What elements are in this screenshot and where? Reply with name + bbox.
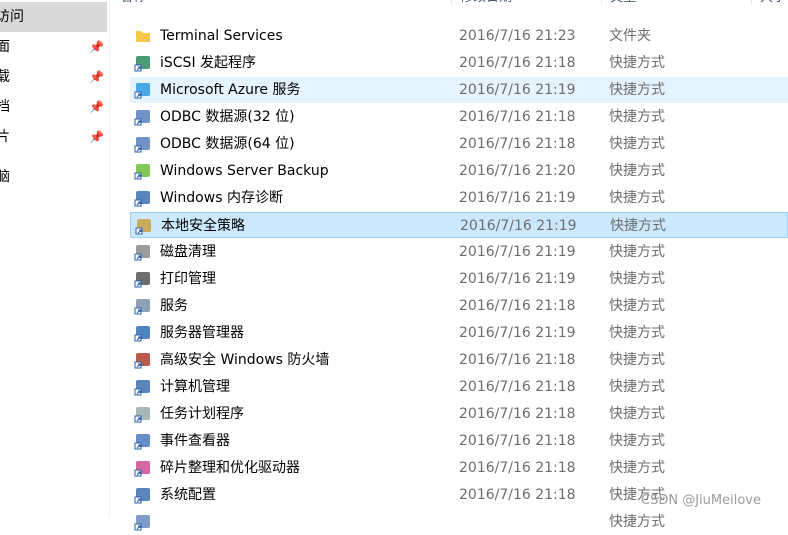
- column-divider[interactable]: [451, 0, 452, 4]
- file-date: 2016/7/16 21:18: [459, 406, 576, 422]
- file-date: 2016/7/16 21:19: [459, 82, 576, 98]
- file-name: iSCSI 发起程序: [160, 55, 257, 71]
- column-name[interactable]: 名称: [120, 0, 146, 10]
- file-name: 服务器管理器: [160, 325, 244, 341]
- file-date: 2016/7/16 21:18: [459, 109, 576, 125]
- file-type: 快捷方式: [609, 190, 665, 206]
- file-type: 快捷方式: [609, 352, 665, 368]
- column-divider[interactable]: [601, 0, 602, 4]
- pin-icon[interactable]: 📌: [89, 122, 104, 152]
- sidebar-item[interactable]: 访问: [0, 2, 107, 32]
- sidebar-item-label: 档: [0, 99, 10, 115]
- file-type: 快捷方式: [609, 271, 665, 287]
- file-row[interactable]: 打印管理 2016/7/16 21:19 快捷方式: [130, 266, 788, 292]
- file-row[interactable]: Microsoft Azure 服务 2016/7/16 21:19 快捷方式: [130, 77, 788, 103]
- column-type[interactable]: 类型: [610, 0, 636, 10]
- file-row[interactable]: iSCSI 发起程序 2016/7/16 21:18 快捷方式: [130, 50, 788, 76]
- file-type: 快捷方式: [610, 218, 666, 234]
- file-row[interactable]: 碎片整理和优化驱动器 2016/7/16 21:18 快捷方式: [130, 455, 788, 481]
- file-name: 服务: [160, 298, 188, 314]
- file-row[interactable]: Windows 内存诊断 2016/7/16 21:19 快捷方式: [130, 185, 788, 211]
- file-row[interactable]: 任务计划程序 2016/7/16 21:18 快捷方式: [130, 401, 788, 427]
- file-date: 2016/7/16 21:18: [459, 487, 576, 503]
- file-date: 2016/7/16 21:19: [459, 244, 576, 260]
- file-type: 快捷方式: [609, 325, 665, 341]
- file-name: Terminal Services: [160, 28, 283, 44]
- file-name: Windows 内存诊断: [160, 190, 283, 206]
- file-row[interactable]: 磁盘清理 2016/7/16 21:19 快捷方式: [130, 239, 788, 265]
- file-name: 碎片整理和优化驱动器: [160, 460, 300, 476]
- file-row[interactable]: ODBC 数据源(32 位) 2016/7/16 21:18 快捷方式: [130, 104, 788, 130]
- pin-icon[interactable]: 📌: [89, 92, 104, 122]
- file-type: 快捷方式: [609, 433, 665, 449]
- sidebar-item-label: 片: [0, 129, 10, 145]
- file-name: 计算机管理: [160, 379, 230, 395]
- file-date: 2016/7/16 21:18: [459, 460, 576, 476]
- sidebar-item[interactable]: 片 📌: [0, 122, 107, 152]
- sidebar-item[interactable]: 面 📌: [0, 32, 107, 62]
- file-date: 2016/7/16 21:23: [459, 28, 576, 44]
- file-name: ODBC 数据源(64 位): [160, 136, 295, 152]
- file-row[interactable]: 服务器管理器 2016/7/16 21:19 快捷方式: [130, 320, 788, 346]
- file-type: 快捷方式: [609, 55, 665, 71]
- file-date: 2016/7/16 21:18: [459, 136, 576, 152]
- file-name: 系统配置: [160, 487, 216, 503]
- file-type: 快捷方式: [609, 406, 665, 422]
- sidebar-item-label: 访问: [0, 9, 24, 25]
- file-date: 2016/7/16 21:18: [459, 433, 576, 449]
- navigation-pane: 访问面 📌 载 📌 档 📌 片 📌 脑: [0, 0, 110, 517]
- watermark: CSDN @JiuMeilove: [641, 493, 761, 508]
- sidebar-item[interactable]: 载 📌: [0, 62, 107, 92]
- file-row[interactable]: 快捷方式: [130, 509, 788, 535]
- file-type: 快捷方式: [609, 244, 665, 260]
- file-date: 2016/7/16 21:18: [459, 298, 576, 314]
- file-name: ODBC 数据源(32 位): [160, 109, 295, 125]
- file-name: 高级安全 Windows 防火墙: [160, 352, 330, 368]
- sidebar-item-label: 脑: [0, 169, 10, 185]
- file-row[interactable]: 事件查看器 2016/7/16 21:18 快捷方式: [130, 428, 788, 454]
- file-name: 任务计划程序: [160, 406, 244, 422]
- file-name: Windows Server Backup: [160, 163, 329, 179]
- file-name: 事件查看器: [160, 433, 230, 449]
- file-type: 快捷方式: [609, 136, 665, 152]
- pin-icon[interactable]: 📌: [89, 62, 104, 92]
- file-type: 文件夹: [609, 28, 651, 44]
- file-type: 快捷方式: [609, 109, 665, 125]
- file-date: 2016/7/16 21:19: [459, 190, 576, 206]
- pin-icon[interactable]: 📌: [89, 32, 104, 62]
- file-row[interactable]: 高级安全 Windows 防火墙 2016/7/16 21:18 快捷方式: [130, 347, 788, 373]
- file-row[interactable]: 服务 2016/7/16 21:18 快捷方式: [130, 293, 788, 319]
- file-type: 快捷方式: [609, 163, 665, 179]
- sidebar-item-label: 面: [0, 39, 10, 55]
- file-type: 快捷方式: [609, 82, 665, 98]
- file-row[interactable]: Windows Server Backup 2016/7/16 21:20 快捷…: [130, 158, 788, 184]
- file-type: 快捷方式: [609, 460, 665, 476]
- column-size[interactable]: 大小: [760, 0, 786, 10]
- file-date: 2016/7/16 21:18: [459, 379, 576, 395]
- file-name: 打印管理: [160, 271, 216, 287]
- file-date: 2016/7/16 21:20: [459, 163, 576, 179]
- file-date: 2016/7/16 21:19: [460, 218, 577, 234]
- file-name: Microsoft Azure 服务: [160, 82, 301, 98]
- file-date: 2016/7/16 21:19: [459, 325, 576, 341]
- sidebar-item-label: 载: [0, 69, 10, 85]
- file-type: 快捷方式: [609, 298, 665, 314]
- file-date: 2016/7/16 21:18: [459, 55, 576, 71]
- file-type: 快捷方式: [609, 514, 665, 530]
- file-date: 2016/7/16 21:19: [459, 271, 576, 287]
- file-name: 本地安全策略: [161, 218, 245, 234]
- file-row[interactable]: 本地安全策略 2016/7/16 21:19 快捷方式: [130, 212, 788, 238]
- column-divider[interactable]: [751, 0, 752, 4]
- file-row[interactable]: Terminal Services 2016/7/16 21:23 文件夹: [130, 23, 788, 49]
- sidebar-item[interactable]: 脑: [0, 162, 107, 192]
- file-date: 2016/7/16 21:18: [459, 352, 576, 368]
- column-date[interactable]: 修改日期: [460, 0, 512, 10]
- column-header: 名称 修改日期 类型 大小: [110, 0, 788, 10]
- file-row[interactable]: 计算机管理 2016/7/16 21:18 快捷方式: [130, 374, 788, 400]
- file-row[interactable]: ODBC 数据源(64 位) 2016/7/16 21:18 快捷方式: [130, 131, 788, 157]
- file-type: 快捷方式: [609, 379, 665, 395]
- file-name: 磁盘清理: [160, 244, 216, 260]
- sidebar-item[interactable]: 档 📌: [0, 92, 107, 122]
